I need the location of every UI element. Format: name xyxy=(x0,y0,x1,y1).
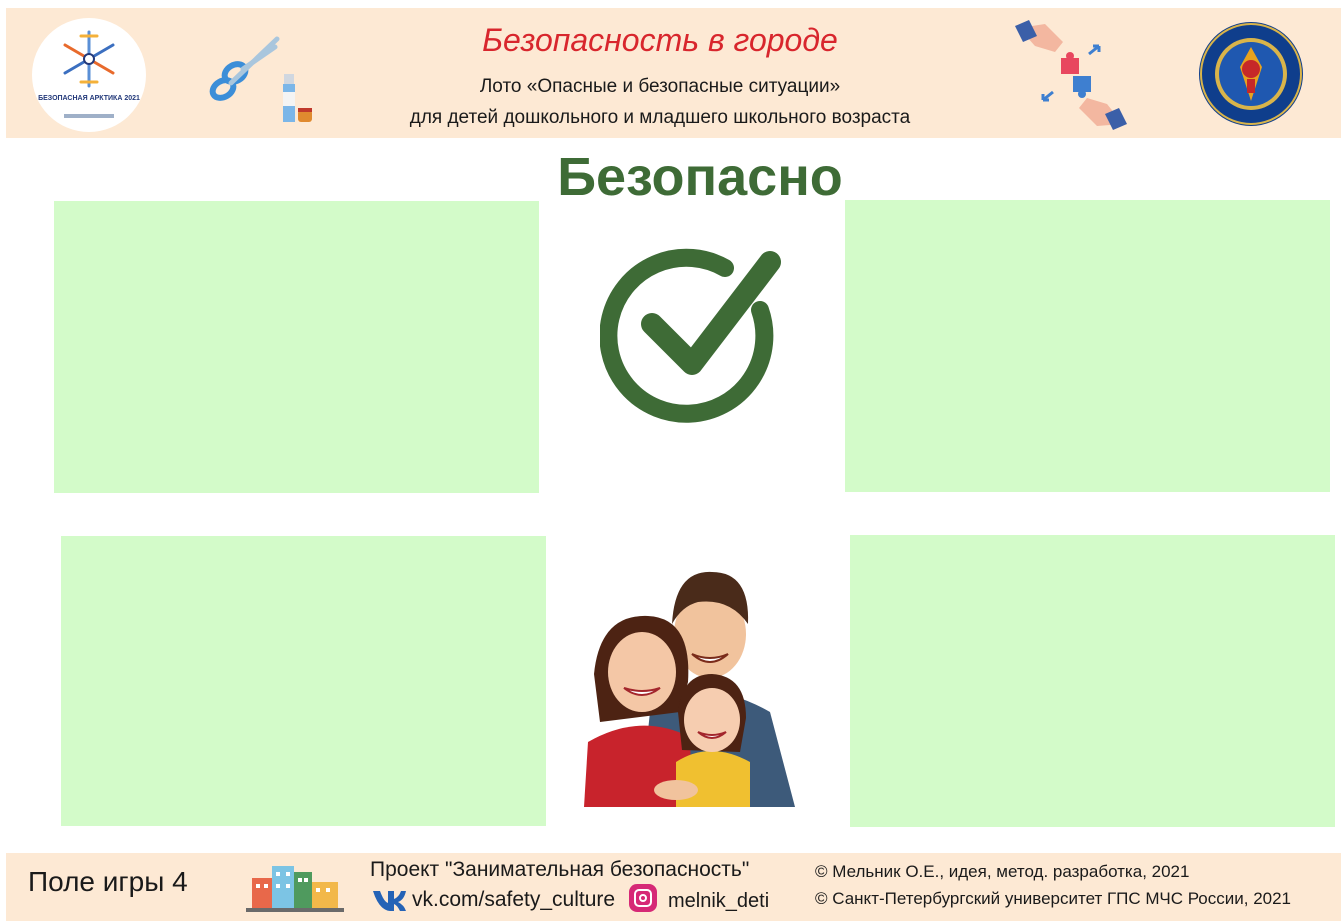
scissors-icon xyxy=(209,36,280,101)
vk-icon xyxy=(373,891,406,911)
logo-divider xyxy=(64,114,114,118)
header-title: Безопасность в городе xyxy=(482,22,838,58)
project-name: Проект "Занимательная безопасность" xyxy=(370,858,750,881)
main-title: Безопасно xyxy=(557,147,843,207)
instagram-icon xyxy=(629,884,657,912)
family-illustration xyxy=(584,571,795,807)
copyright-university: © Санкт-Петербургский университет ГПС МЧ… xyxy=(815,889,1292,908)
game-field-label: Поле игры 4 xyxy=(28,866,188,897)
copyright-author: © Мельник О.Е., идея, метод. разработка,… xyxy=(815,862,1190,881)
snowflake-logo-icon xyxy=(63,30,115,88)
city-buildings-icon xyxy=(246,866,344,912)
checkmark-circle-icon xyxy=(600,248,781,423)
instagram-handle[interactable]: melnik_deti xyxy=(668,890,769,913)
vk-link[interactable]: vk.com/safety_culture xyxy=(412,888,615,912)
university-emblem-icon xyxy=(1199,22,1303,126)
arctic-logo-text: БЕЗОПАСНАЯ АРКТИКА 2021 xyxy=(38,95,140,102)
glue-icon xyxy=(283,74,312,122)
card-slot-bottom-right[interactable] xyxy=(850,535,1335,827)
card-slot-bottom-left[interactable] xyxy=(61,536,546,826)
header-subtitle-1: Лото «Опасные и безопасные ситуации» xyxy=(479,76,841,97)
puzzle-hands-icon xyxy=(1015,20,1127,130)
card-slot-top-right[interactable] xyxy=(845,200,1330,492)
arctic-logo: БЕЗОПАСНАЯ АРКТИКА 2021 xyxy=(32,18,146,132)
header-subtitle-2: для детей дошкольного и младшего школьно… xyxy=(409,107,911,128)
card-slot-top-left[interactable] xyxy=(54,201,539,493)
